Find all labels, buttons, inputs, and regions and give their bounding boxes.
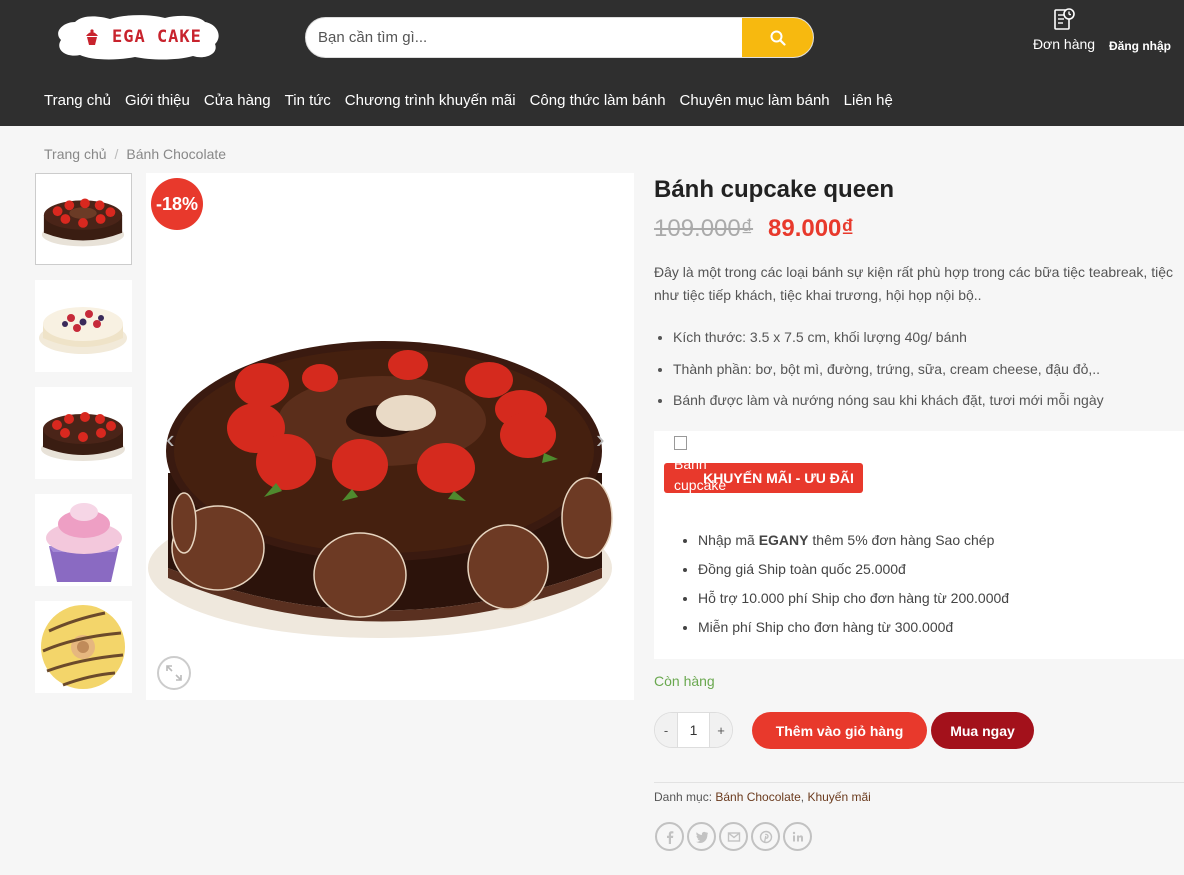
product-main-image[interactable] (146, 173, 634, 700)
description-line: Đây là một trong các loại bánh sự kiện r… (654, 264, 1173, 280)
linkedin-icon (792, 831, 803, 841)
search-button[interactable] (742, 18, 813, 57)
breadcrumb: Trang chủ / Bánh Chocolate (44, 146, 226, 162)
promo-code[interactable]: EGANY (759, 532, 809, 548)
share-facebook-button[interactable] (655, 822, 684, 851)
promo-code-prefix: Nhập mã (698, 532, 759, 548)
site-logo[interactable]: EGA CAKE (55, 14, 221, 60)
category-link-promotion[interactable]: Khuyến mãi (807, 790, 870, 804)
quantity-increase-button[interactable]: + (710, 713, 732, 747)
nav-item-contact[interactable]: Liên hệ (844, 92, 893, 109)
share-pinterest-button[interactable] (751, 822, 780, 851)
quantity-stepper: - + (654, 712, 733, 748)
nav-item-baking-topics[interactable]: Chuyên mục làm bánh (680, 92, 830, 109)
alt-text-line: Bánh (674, 456, 707, 472)
quantity-input[interactable] (677, 713, 710, 747)
quantity-decrease-button[interactable]: - (655, 713, 677, 747)
stock-status: Còn hàng (654, 673, 715, 689)
description-line: như tiệc tiếp khách, tiệc khai trương, h… (654, 287, 982, 303)
promo-image-alt-text: Bánh cupcake (674, 454, 726, 496)
logo-text: EGA CAKE (112, 27, 202, 47)
categories-label: Danh mục: (654, 790, 716, 804)
email-icon (727, 831, 740, 842)
promo-code-item: Nhập mã EGANY thêm 5% đơn hàng Sao chép (698, 530, 1009, 559)
login-link[interactable]: Đăng nhập (1109, 39, 1171, 53)
nav-item-news[interactable]: Tin tức (285, 92, 331, 109)
thumbnail-yellow-donut[interactable] (35, 601, 132, 693)
promo-broken-image (674, 436, 744, 450)
zoom-button[interactable] (157, 656, 191, 690)
nav-item-recipes[interactable]: Công thức làm bánh (530, 92, 666, 109)
thumbnail-pink-cupcake[interactable] (35, 494, 132, 586)
share-buttons (655, 822, 812, 851)
feature-ingredients: Thành phần: bơ, bột mì, đường, trứng, sữ… (673, 359, 1104, 391)
twitter-icon (695, 831, 708, 843)
promo-code-suffix[interactable]: thêm 5% đơn hàng Sao chép (809, 532, 994, 548)
product-features: Kích thước: 3.5 x 7.5 cm, khối lượng 40g… (673, 327, 1104, 422)
promo-list: Nhập mã EGANY thêm 5% đơn hàng Sao chép … (698, 530, 1009, 646)
facebook-icon (666, 830, 673, 844)
alt-text-line: cupcake (674, 477, 727, 493)
orders-label: Đơn hàng (1032, 36, 1096, 52)
search-bar (305, 17, 814, 58)
share-email-button[interactable] (719, 822, 748, 851)
sale-badge: -18% (151, 178, 203, 230)
sale-price: 89.000₫ (768, 215, 854, 242)
share-twitter-button[interactable] (687, 822, 716, 851)
search-icon (770, 30, 786, 46)
product-title: Bánh cupcake queen (654, 176, 895, 203)
thumbnail-chocolate-strawberry-cake[interactable] (35, 173, 132, 265)
breadcrumb-separator: / (114, 146, 119, 162)
broken-image-icon (674, 436, 687, 450)
nav-item-home[interactable]: Trang chủ (44, 92, 111, 109)
breadcrumb-home[interactable]: Trang chủ (44, 146, 107, 162)
search-input[interactable] (306, 18, 744, 57)
add-to-cart-button[interactable]: Thêm vào giỏ hàng (752, 712, 927, 749)
product-categories: Danh mục: Bánh Chocolate, Khuyến mãi (654, 790, 871, 804)
feature-size: Kích thước: 3.5 x 7.5 cm, khối lượng 40g… (673, 327, 1104, 359)
old-price: 109.000₫ (654, 215, 754, 242)
gallery-next-arrow[interactable]: › (596, 424, 605, 455)
pinterest-icon (759, 830, 772, 843)
site-header: EGA CAKE Đơn hàng Đăng nhập Trang chủ Gi… (0, 0, 1184, 126)
promo-item: Hỗ trợ 10.000 phí Ship cho đơn hàng từ 2… (698, 588, 1009, 617)
breadcrumb-current[interactable]: Bánh Chocolate (126, 146, 226, 162)
order-list-icon (1054, 8, 1075, 30)
promo-item: Đồng giá Ship toàn quốc 25.000đ (698, 559, 1009, 588)
buy-now-button[interactable]: Mua ngay (931, 712, 1034, 749)
main-nav: Trang chủ Giới thiệu Cửa hàng Tin tức Ch… (44, 92, 907, 109)
feature-freshness: Bánh được làm và nướng nóng sau khi khác… (673, 390, 1104, 422)
thumbnail-chocolate-strawberry-cake-2[interactable] (35, 387, 132, 479)
nav-item-about[interactable]: Giới thiệu (125, 92, 190, 109)
product-description: Đây là một trong các loại bánh sự kiện r… (654, 261, 1184, 307)
category-link-chocolate[interactable]: Bánh Chocolate (715, 790, 800, 804)
thumbnail-berry-cream-cake[interactable] (35, 280, 132, 372)
expand-icon (166, 665, 182, 681)
nav-item-shop[interactable]: Cửa hàng (204, 92, 271, 109)
promo-item: Miễn phí Ship cho đơn hàng từ 300.000đ (698, 617, 1009, 646)
share-linkedin-button[interactable] (783, 822, 812, 851)
nav-item-promotions[interactable]: Chương trình khuyến mãi (345, 92, 516, 109)
divider (654, 782, 1184, 783)
orders-link[interactable]: Đơn hàng (1028, 8, 1100, 52)
cupcake-icon (83, 28, 101, 51)
gallery-prev-arrow[interactable]: ‹ (166, 424, 175, 455)
